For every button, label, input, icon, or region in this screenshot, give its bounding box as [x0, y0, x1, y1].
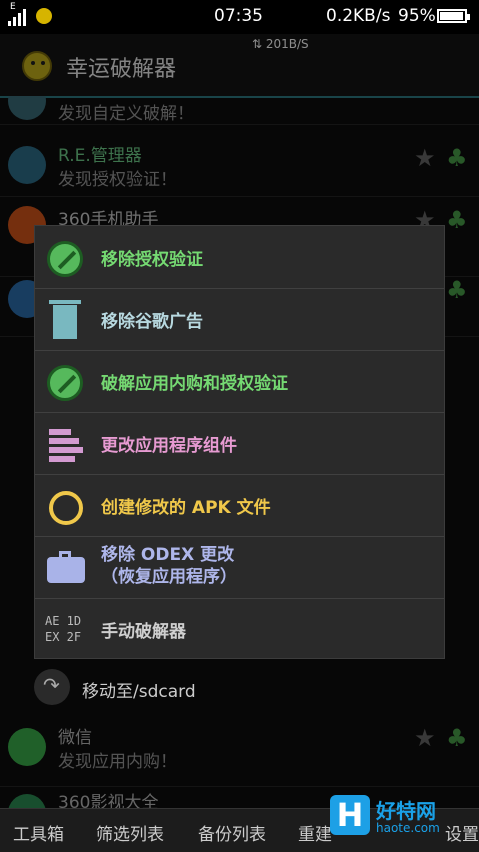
menu-item-label: 移除 ODEX 更改 （恢复应用程序） — [101, 545, 237, 587]
menu-item-label: 创建修改的 APK 文件 — [101, 498, 271, 518]
menu-item-remove-license[interactable]: 移除授权验证 — [35, 226, 444, 289]
rebuild-icon — [43, 485, 87, 529]
menu-item-remove-odex[interactable]: 移除 ODEX 更改 （恢复应用程序） — [35, 536, 444, 599]
clock: 07:35 — [214, 6, 263, 26]
menu-item-manual-patcher[interactable]: AE 1D EX 2F 手动破解器 — [35, 598, 444, 660]
briefcase-icon — [43, 547, 87, 591]
watermark-logo: H — [330, 795, 370, 835]
menu-item-label: 移除授权验证 — [101, 250, 203, 270]
menu-item-label: 更改应用程序组件 — [101, 436, 237, 456]
status-bar: E 07:35 0.2KB/s 95% — [0, 0, 479, 34]
signal-icon — [8, 6, 26, 26]
battery-percent: 95% — [398, 6, 436, 26]
tab-backup[interactable]: 备份列表 — [198, 820, 266, 845]
tab-filter[interactable]: 筛选列表 — [96, 820, 164, 845]
menu-item-change-components[interactable]: 更改应用程序组件 — [35, 412, 444, 475]
network-speed: 0.2KB/s — [326, 6, 391, 26]
context-menu: 移除授权验证 移除谷歌广告 破解应用内购和授权验证 更改应用程序组件 创建修改的… — [34, 225, 445, 659]
hex-code-icon: AE 1D EX 2F — [43, 609, 87, 653]
menu-item-label: 手动破解器 — [101, 622, 186, 642]
no-sign-icon — [43, 361, 87, 405]
menu-item-remove-ads[interactable]: 移除谷歌广告 — [35, 288, 444, 351]
menu-item-label: 移除谷歌广告 — [101, 312, 203, 332]
move-to-sdcard-icon[interactable] — [34, 669, 70, 705]
battery-icon — [437, 9, 470, 23]
watermark-name: 好特网 — [376, 799, 436, 823]
tab-rebuild[interactable]: 重建 — [298, 820, 332, 845]
component-stack-icon — [43, 423, 87, 467]
app-notification-icon — [36, 8, 52, 24]
watermark-url: haote.com — [376, 821, 440, 835]
menu-item-create-apk[interactable]: 创建修改的 APK 文件 — [35, 474, 444, 537]
move-to-sdcard-label[interactable]: 移动至/sdcard — [82, 677, 196, 702]
tab-toolbox[interactable]: 工具箱 — [13, 820, 64, 845]
watermark: H 好特网 haote.com — [330, 795, 479, 845]
trash-icon — [43, 299, 87, 343]
menu-item-crack-iap[interactable]: 破解应用内购和授权验证 — [35, 350, 444, 413]
menu-item-label: 破解应用内购和授权验证 — [101, 374, 288, 394]
hex-icon-text: AE 1D EX 2F — [45, 614, 82, 644]
no-sign-icon — [43, 237, 87, 281]
